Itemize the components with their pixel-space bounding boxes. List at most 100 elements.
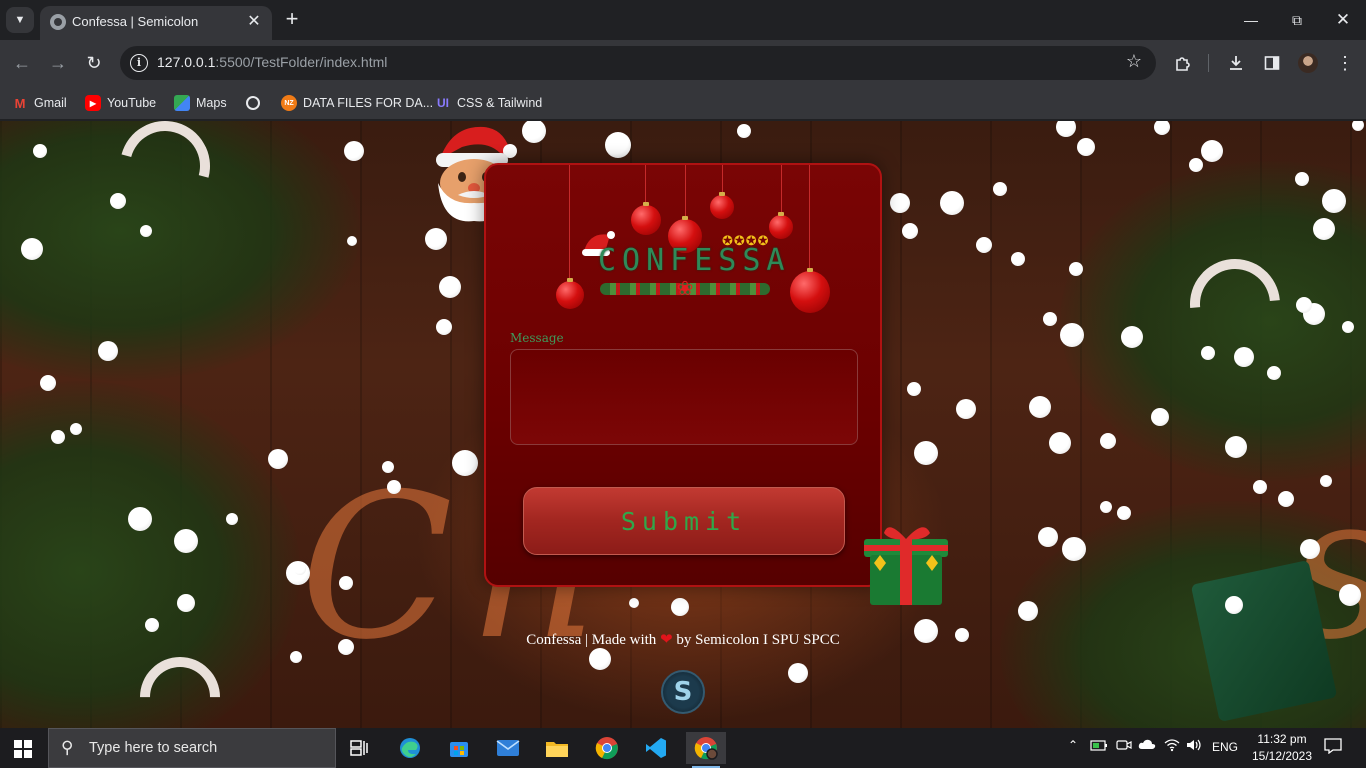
bookmark-gmail[interactable]: M Gmail [12, 93, 67, 113]
snowflake-decoration [1201, 346, 1215, 360]
snowflake-decoration [140, 225, 152, 237]
reload-icon[interactable]: ↻ [80, 49, 108, 77]
submit-button[interactable]: Submit [523, 487, 845, 555]
task-view-icon[interactable] [340, 732, 380, 764]
snowflake-decoration [339, 576, 353, 590]
tab-close-icon[interactable]: ✕ [244, 11, 264, 31]
bookmark-globe[interactable] [246, 93, 266, 113]
snowflake-decoration [1225, 436, 1247, 458]
show-hidden-icons[interactable]: ⌃ [1068, 738, 1078, 752]
profile-avatar[interactable] [1298, 53, 1318, 73]
volume-icon[interactable] [1186, 738, 1202, 755]
edge-icon[interactable] [390, 732, 430, 764]
snowflake-decoration [1201, 140, 1223, 162]
store-icon[interactable] [439, 732, 479, 764]
snowflake-decoration [425, 228, 447, 250]
onedrive-icon[interactable] [1138, 738, 1156, 753]
clock-date: 15/12/2023 [1251, 749, 1313, 763]
close-icon[interactable]: ✕ [1320, 0, 1366, 40]
snowflake-decoration [1117, 506, 1131, 520]
snowflake-decoration [589, 648, 611, 670]
snowflake-decoration [1189, 158, 1203, 172]
footer-credit: Confessa | Made with ❤ by Semicolon I SP… [0, 630, 1366, 649]
wifi-icon[interactable] [1164, 738, 1180, 755]
bookmark-youtube[interactable]: ▶ YouTube [85, 93, 156, 113]
restore-icon[interactable]: ⧉ [1274, 0, 1320, 40]
snowflake-decoration [522, 121, 546, 143]
snowflake-decoration [98, 341, 118, 361]
snowflake-decoration [605, 132, 631, 158]
meet-now-icon[interactable] [1116, 738, 1132, 755]
semicolon-logo[interactable]: S [661, 670, 705, 714]
site-info-icon[interactable]: i [130, 54, 148, 72]
tab-title: Confessa | Semicolon [72, 14, 199, 29]
bow-icon: ❀ [676, 278, 694, 300]
browser-toolbar: ← → ↻ i 127.0.0.1:5500/TestFolder/index.… [0, 40, 1366, 86]
snowflake-decoration [1029, 396, 1051, 418]
snowflake-decoration [347, 236, 357, 246]
snowflake-decoration [671, 598, 689, 616]
star-icon[interactable]: ☆ [1126, 51, 1142, 72]
snowflake-decoration [1313, 218, 1335, 240]
windows-start-icon[interactable] [14, 740, 32, 758]
new-tab-button[interactable]: + [280, 8, 304, 32]
back-icon[interactable]: ← [8, 49, 36, 77]
ui-icon: UI [437, 96, 449, 110]
url-text[interactable]: 127.0.0.1:5500/TestFolder/index.html [157, 54, 387, 70]
snowflake-decoration [1295, 172, 1309, 186]
snowflake-decoration [1267, 366, 1281, 380]
minimize-icon[interactable]: — [1228, 0, 1274, 40]
snowflake-decoration [174, 529, 198, 553]
sleigh-reindeer-icon: ✪✪✪✪ [722, 233, 770, 248]
extensions-icon[interactable] [1172, 52, 1194, 74]
snowflake-decoration [1151, 408, 1169, 426]
clock-time: 11:32 pm [1257, 732, 1307, 746]
snowflake-decoration [1077, 138, 1095, 156]
ornament-ball [631, 202, 661, 235]
bookmark-label: CSS & Tailwind [457, 96, 543, 110]
bookmark-label: YouTube [107, 96, 157, 110]
chrome-icon[interactable] [587, 732, 627, 764]
bookmark-css-tailwind[interactable]: UI CSS & Tailwind [435, 93, 542, 113]
windows-taskbar: ⚲ Type here to search ⌃ ENG 11:32 pm 15/… [0, 728, 1366, 768]
taskbar-search[interactable]: ⚲ Type here to search [48, 728, 336, 768]
snowflake-decoration [110, 193, 126, 209]
footer-text-end: by Semicolon I SPU SPCC [676, 632, 840, 648]
notifications-icon[interactable] [1324, 738, 1342, 757]
bookmark-maps[interactable]: Maps [174, 93, 227, 113]
tab-search-icon[interactable]: ▼ [6, 7, 34, 33]
file-explorer-icon[interactable] [537, 732, 577, 764]
snowflake-decoration [1056, 121, 1076, 137]
toolbar-divider [1208, 54, 1209, 72]
snowflake-decoration [1352, 121, 1364, 131]
confession-card: CONFESSA ✪✪✪✪ ❀ Message Submit [484, 163, 882, 587]
chrome-profile-icon[interactable] [686, 732, 726, 768]
snowflake-decoration [1121, 326, 1143, 348]
snowflake-decoration [294, 563, 306, 575]
tab-active[interactable]: Confessa | Semicolon ✕ [40, 6, 272, 40]
system-clock[interactable]: 11:32 pm 15/12/2023 [1244, 731, 1320, 765]
message-input[interactable] [510, 349, 858, 445]
snowflake-decoration [890, 193, 910, 213]
snowflake-decoration [439, 276, 461, 298]
menu-icon[interactable]: ⋮ [1334, 52, 1356, 74]
battery-icon[interactable] [1090, 738, 1108, 755]
ornament-string [809, 165, 810, 271]
side-panel-icon[interactable] [1261, 52, 1283, 74]
ornament-string [685, 165, 686, 221]
forward-icon[interactable]: → [44, 49, 72, 77]
vscode-icon[interactable] [636, 732, 676, 764]
snowflake-decoration [976, 237, 992, 253]
bookmark-data-files[interactable]: NZ DATA FILES FOR DA... [281, 93, 433, 113]
snowflake-decoration [1225, 596, 1243, 614]
snowflake-decoration [33, 144, 47, 158]
language-indicator[interactable]: ENG [1212, 740, 1238, 754]
mail-icon[interactable] [488, 732, 528, 764]
snowflake-decoration [1253, 480, 1267, 494]
snowflake-decoration [70, 423, 82, 435]
snowflake-decoration [1011, 252, 1025, 266]
snowflake-decoration [51, 430, 65, 444]
address-bar[interactable]: i 127.0.0.1:5500/TestFolder/index.html ☆ [120, 46, 1156, 80]
snowflake-decoration [1320, 475, 1332, 487]
download-icon[interactable] [1225, 52, 1247, 74]
